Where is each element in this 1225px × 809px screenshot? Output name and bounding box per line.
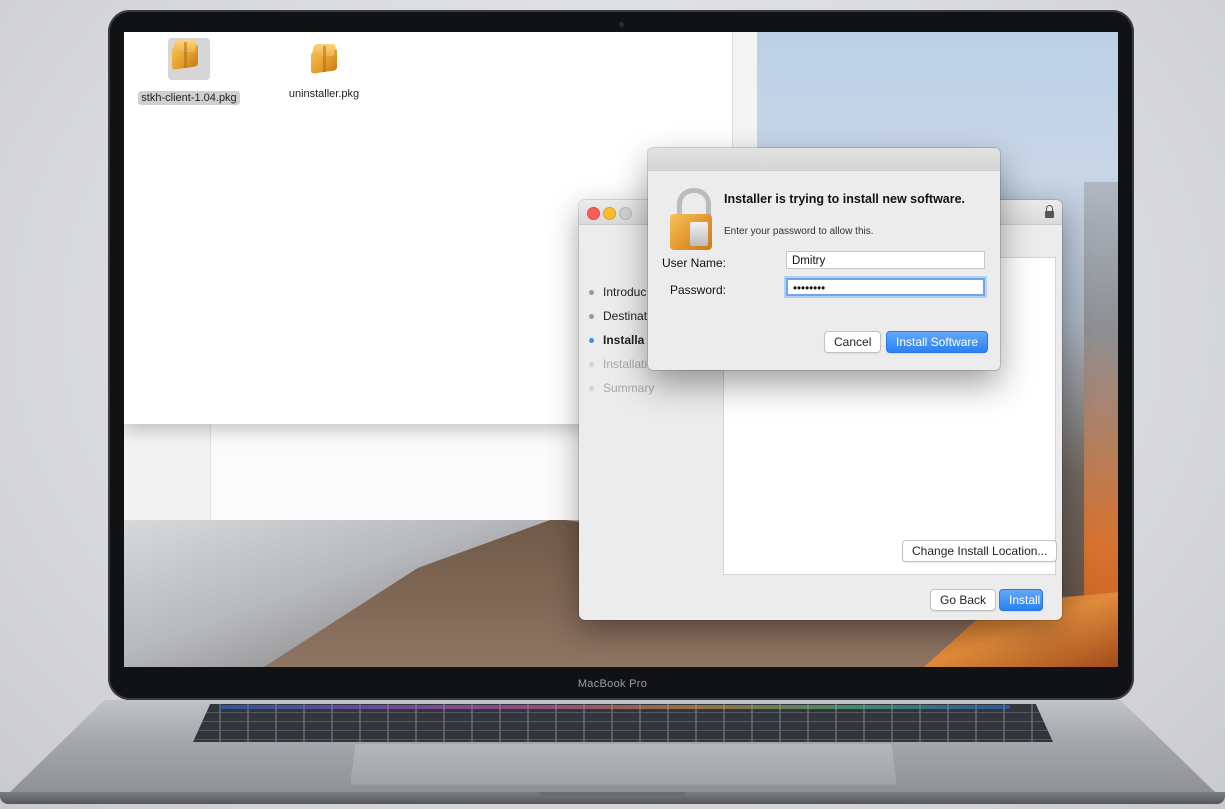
touch-bar (220, 705, 1010, 709)
step-label: Summary (603, 381, 655, 395)
step-label: Destinat (603, 309, 648, 323)
step-label: Installa (603, 333, 645, 347)
install-button[interactable]: Install (999, 589, 1043, 611)
auth-heading: Installer is trying to install new softw… (724, 192, 966, 206)
go-back-button[interactable]: Go Back (930, 589, 997, 611)
laptop-lid-notch (540, 792, 685, 798)
auth-dialog: Installer is trying to install new softw… (648, 148, 1000, 370)
laptop-base (0, 700, 1225, 809)
step-introduction: Introduc (589, 280, 654, 304)
lock-icon (1045, 205, 1054, 218)
package-icon (307, 42, 341, 76)
stage: stkh-client-1.04.pkg uninstaller.pkg Int… (0, 0, 1225, 809)
file-item-stkh-client[interactable]: stkh-client-1.04.pkg (134, 38, 244, 106)
username-field[interactable]: Dmitry (786, 251, 985, 269)
close-button[interactable] (587, 207, 600, 220)
zoom-button[interactable] (619, 207, 632, 220)
cancel-button[interactable]: Cancel (824, 331, 882, 353)
file-name: uninstaller.pkg (288, 88, 360, 100)
finder-back-window (210, 412, 581, 520)
username-label: User Name: (661, 256, 726, 270)
minimize-button[interactable] (603, 207, 616, 220)
camera (619, 22, 624, 27)
install-software-button[interactable]: Install Software (886, 331, 989, 353)
password-label: Password: (669, 283, 726, 297)
padlock-icon (670, 188, 712, 250)
file-name: stkh-client-1.04.pkg (138, 91, 240, 105)
step-installation: Installati (589, 352, 654, 376)
finder-back-sidebar (124, 412, 210, 520)
step-installation-type: Installa (589, 328, 654, 352)
auth-subtext: Enter your password to allow this. (724, 226, 874, 237)
step-label: Introduc (603, 285, 647, 299)
step-summary: Summary (589, 376, 654, 400)
device-label: MacBook Pro (577, 678, 648, 690)
trackpad (350, 744, 897, 785)
step-label: Installati (603, 357, 648, 371)
change-install-location-button[interactable]: Change Install Location... (902, 540, 1058, 562)
auth-titlebar (648, 148, 1000, 171)
step-destination: Destinat (589, 304, 654, 328)
file-item-uninstaller[interactable]: uninstaller.pkg (269, 42, 379, 102)
password-field[interactable]: •••••••• (786, 278, 985, 296)
keyboard-rows (193, 704, 1053, 742)
installer-steps: Introduc Destinat Installa Installati Su… (589, 280, 654, 400)
package-icon (168, 38, 210, 80)
screen: stkh-client-1.04.pkg uninstaller.pkg Int… (124, 32, 1118, 667)
